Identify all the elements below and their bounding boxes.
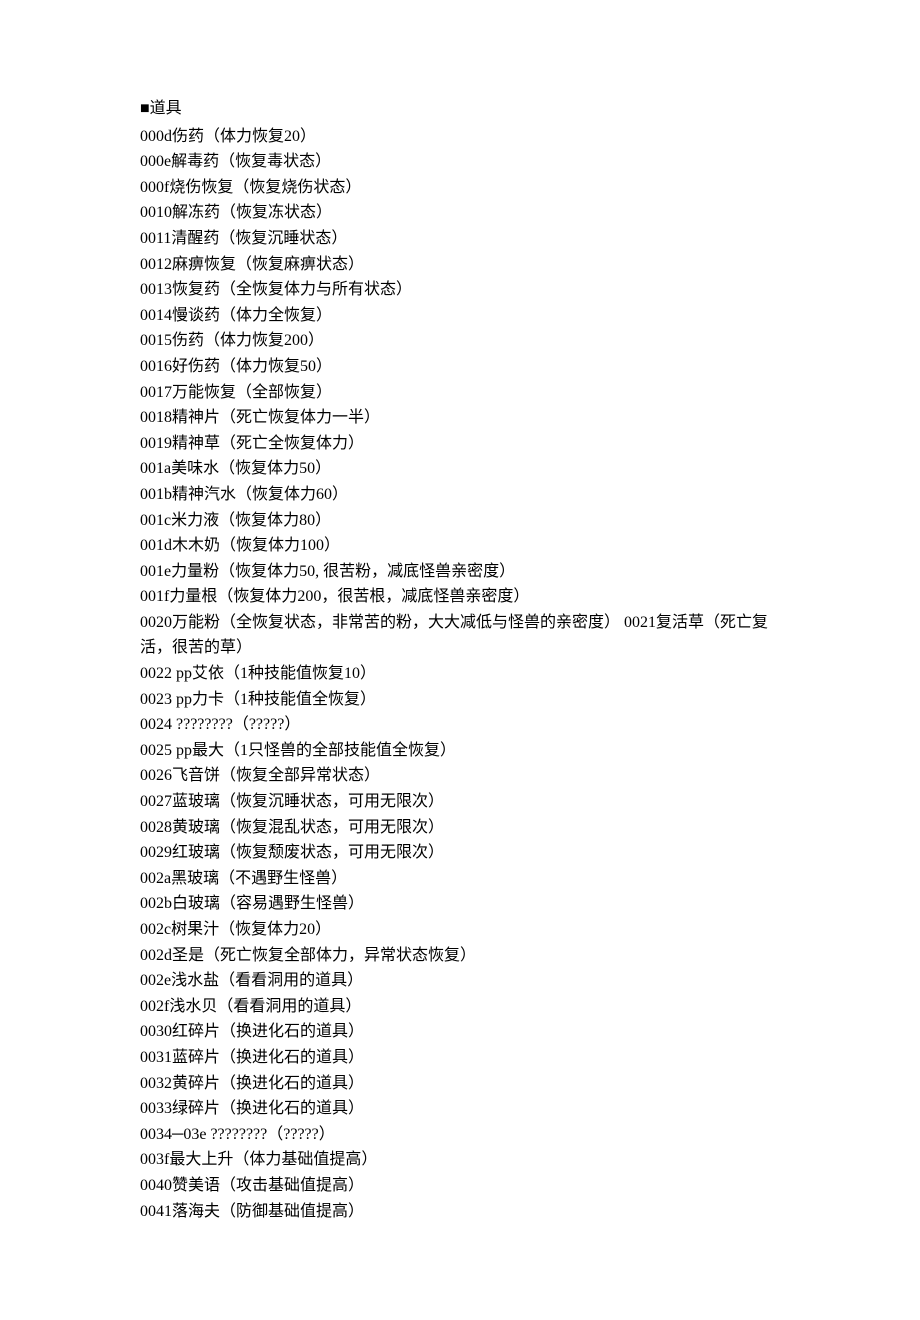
item-line: 0032黄碎片（换进化石的道具） (140, 1071, 780, 1097)
item-line: 0019精神草（死亡全恢复体力） (140, 431, 780, 457)
item-line: 0010解冻药（恢复冻状态） (140, 200, 780, 226)
item-line: 002d圣是（死亡恢复全部体力，异常状态恢复） (140, 943, 780, 969)
item-line: 0023 pp力卡（1种技能值全恢复） (140, 687, 780, 713)
item-line: 0029红玻璃（恢复颓废状态，可用无限次） (140, 840, 780, 866)
item-line: 0026飞音饼（恢复全部异常状态） (140, 763, 780, 789)
item-line: 003f最大上升（体力基础值提高） (140, 1147, 780, 1173)
item-line: 0028黄玻璃（恢复混乱状态，可用无限次） (140, 815, 780, 841)
item-line: 0012麻痹恢复（恢复麻痹状态） (140, 252, 780, 278)
item-line: 0022 pp艾依（1种技能值恢复10） (140, 661, 780, 687)
item-line: 0011清醒药（恢复沉睡状态） (140, 226, 780, 252)
item-line: 0041落海夫（防御基础值提高） (140, 1199, 780, 1225)
section-header: ■道具 (140, 96, 780, 122)
item-line: 0040赞美语（攻击基础值提高） (140, 1173, 780, 1199)
item-line: 001d木木奶（恢复体力100） (140, 533, 780, 559)
item-line: 0017万能恢复（全部恢复） (140, 380, 780, 406)
item-line: 0024 ????????（?????） (140, 712, 780, 738)
item-line: 001c米力液（恢复体力80） (140, 508, 780, 534)
item-line: 002c树果汁（恢复体力20） (140, 917, 780, 943)
item-line: 0030红碎片（换进化石的道具） (140, 1019, 780, 1045)
item-line: 0034─03e ????????（?????） (140, 1122, 780, 1148)
item-line: 0027蓝玻璃（恢复沉睡状态，可用无限次） (140, 789, 780, 815)
item-line: 0016好伤药（体力恢复50） (140, 354, 780, 380)
item-line: 0013恢复药（全恢复体力与所有状态） (140, 277, 780, 303)
item-line: 0014慢谈药（体力全恢复） (140, 303, 780, 329)
item-line: 0025 pp最大（1只怪兽的全部技能值全恢复） (140, 738, 780, 764)
item-line: 002a黑玻璃（不遇野生怪兽） (140, 866, 780, 892)
item-line: 0015伤药（体力恢复200） (140, 328, 780, 354)
item-list: 000d伤药（体力恢复20）000e解毒药（恢复毒状态）000f烧伤恢复（恢复烧… (140, 124, 780, 1225)
item-line: 000d伤药（体力恢复20） (140, 124, 780, 150)
item-line: 001f力量根（恢复体力200，很苦根，减底怪兽亲密度） (140, 584, 780, 610)
item-line: 000f烧伤恢复（恢复烧伤状态） (140, 175, 780, 201)
item-line: 002e浅水盐（看看洞用的道具） (140, 968, 780, 994)
item-line: 002f浅水贝（看看洞用的道具） (140, 994, 780, 1020)
item-line: 001b精神汽水（恢复体力60） (140, 482, 780, 508)
item-line: 001a美味水（恢复体力50） (140, 456, 780, 482)
item-line: 0020万能粉（全恢复状态，非常苦的粉，大大减低与怪兽的亲密度） 0021复活草… (140, 610, 780, 661)
item-line: 0018精神片（死亡恢复体力一半） (140, 405, 780, 431)
item-line: 0033绿碎片（换进化石的道具） (140, 1096, 780, 1122)
item-line: 0031蓝碎片（换进化石的道具） (140, 1045, 780, 1071)
item-line: 001e力量粉（恢复体力50, 很苦粉，减底怪兽亲密度） (140, 559, 780, 585)
item-line: 002b白玻璃（容易遇野生怪兽） (140, 891, 780, 917)
item-line: 000e解毒药（恢复毒状态） (140, 149, 780, 175)
